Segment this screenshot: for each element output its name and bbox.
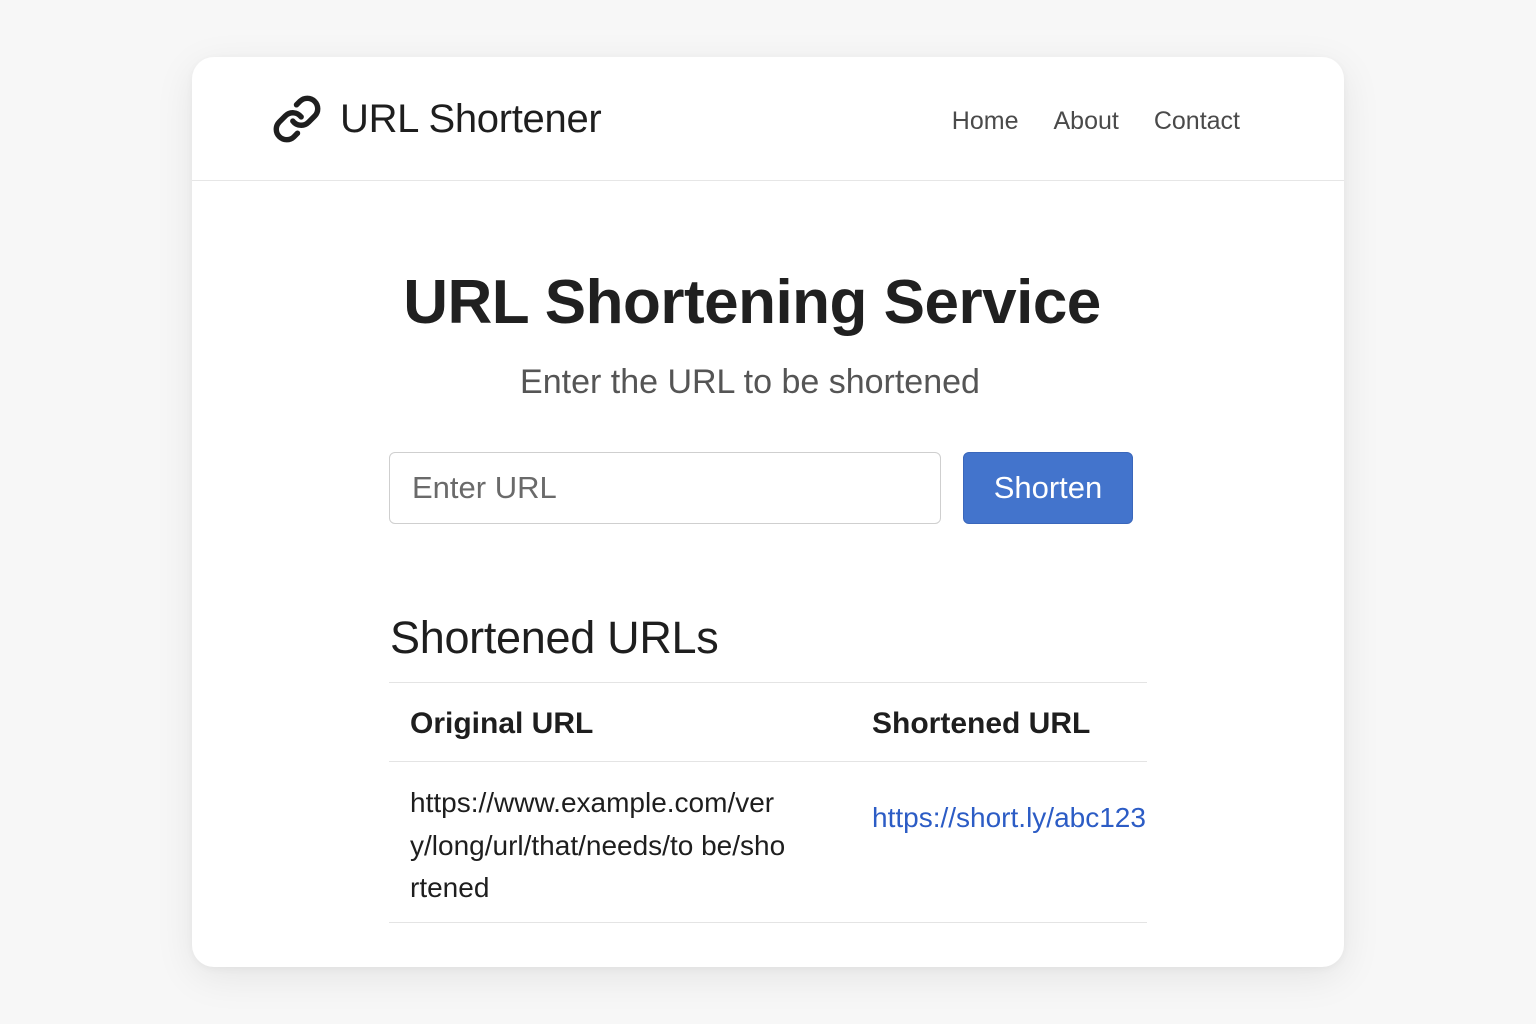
shortened-urls-heading: Shortened URLs <box>390 612 719 663</box>
shortened-urls-table: Original URL Shortened URL https://www.e… <box>389 682 1147 923</box>
app-card: URL Shortener Home About Contact URL Sho… <box>192 57 1344 967</box>
navbar: URL Shortener Home About Contact <box>192 57 1344 181</box>
table-row: https://www.example.com/very/long/url/th… <box>389 762 1147 922</box>
shorten-button[interactable]: Shorten <box>963 452 1133 524</box>
page-title: URL Shortening Service <box>403 268 1101 337</box>
column-header-shortened: Shortened URL <box>872 707 1091 740</box>
brand[interactable]: URL Shortener <box>272 93 602 145</box>
shortened-url-link[interactable]: https://short.ly/abc123 <box>872 802 1146 834</box>
nav-contact-link[interactable]: Contact <box>1154 107 1240 136</box>
nav-home-link[interactable]: Home <box>952 107 1019 136</box>
nav-menu: Home About Contact <box>952 107 1240 136</box>
table-divider <box>389 922 1147 923</box>
page-subtitle: Enter the URL to be shortened <box>520 363 980 401</box>
table-header: Original URL Shortened URL <box>389 683 1147 761</box>
link-icon <box>273 95 321 143</box>
column-header-original: Original URL <box>410 707 594 740</box>
original-url-cell: https://www.example.com/very/long/url/th… <box>410 787 786 903</box>
url-input[interactable] <box>389 452 941 524</box>
brand-title: URL Shortener <box>340 96 602 141</box>
nav-about-link[interactable]: About <box>1053 107 1118 136</box>
